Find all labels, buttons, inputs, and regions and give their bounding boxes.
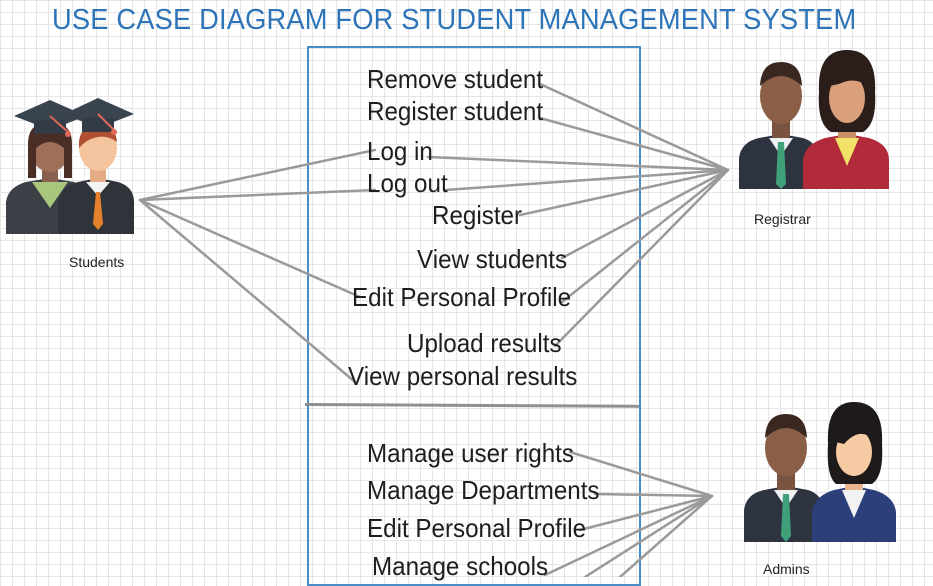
link-registrar-log-in — [426, 155, 730, 172]
use-case-manage-departments: Manage Departments — [367, 475, 600, 505]
link-students-edit-profile — [138, 198, 362, 299]
actor-label-admins: Admins — [763, 561, 810, 577]
link-admins-departments — [593, 492, 714, 498]
actor-label-students: Students — [69, 254, 125, 270]
link-students-view-results — [138, 198, 357, 384]
use-case-edit-personal-profile: Edit Personal Profile — [352, 282, 572, 312]
registrar-actor-icon — [739, 50, 889, 189]
use-case-register: Register — [432, 200, 523, 230]
use-case-view-students: View students — [417, 244, 568, 274]
students-actor-icon — [6, 98, 134, 234]
actor-label-registrar: Registrar — [754, 211, 811, 227]
use-case-log-out: Log out — [367, 168, 448, 198]
use-case-register-student: Register student — [367, 96, 544, 126]
use-case-manage-user-rights: Manage user rights — [367, 438, 574, 468]
link-registrar-upload-results — [553, 168, 730, 348]
use-case-view-personal-results: View personal results — [348, 361, 578, 391]
use-case-edit-personal-profile-admin: Edit Personal Profile — [367, 513, 587, 543]
admins-actor-icon — [744, 402, 896, 542]
use-case-log-in: Log in — [367, 136, 433, 166]
use-case-upload-results: Upload results — [407, 328, 562, 358]
link-registrar-edit-profile — [560, 168, 730, 304]
use-case-remove-student: Remove student — [367, 64, 544, 94]
link-admins-extra-1 — [583, 494, 714, 577]
link-registrar-view-students — [560, 168, 730, 260]
